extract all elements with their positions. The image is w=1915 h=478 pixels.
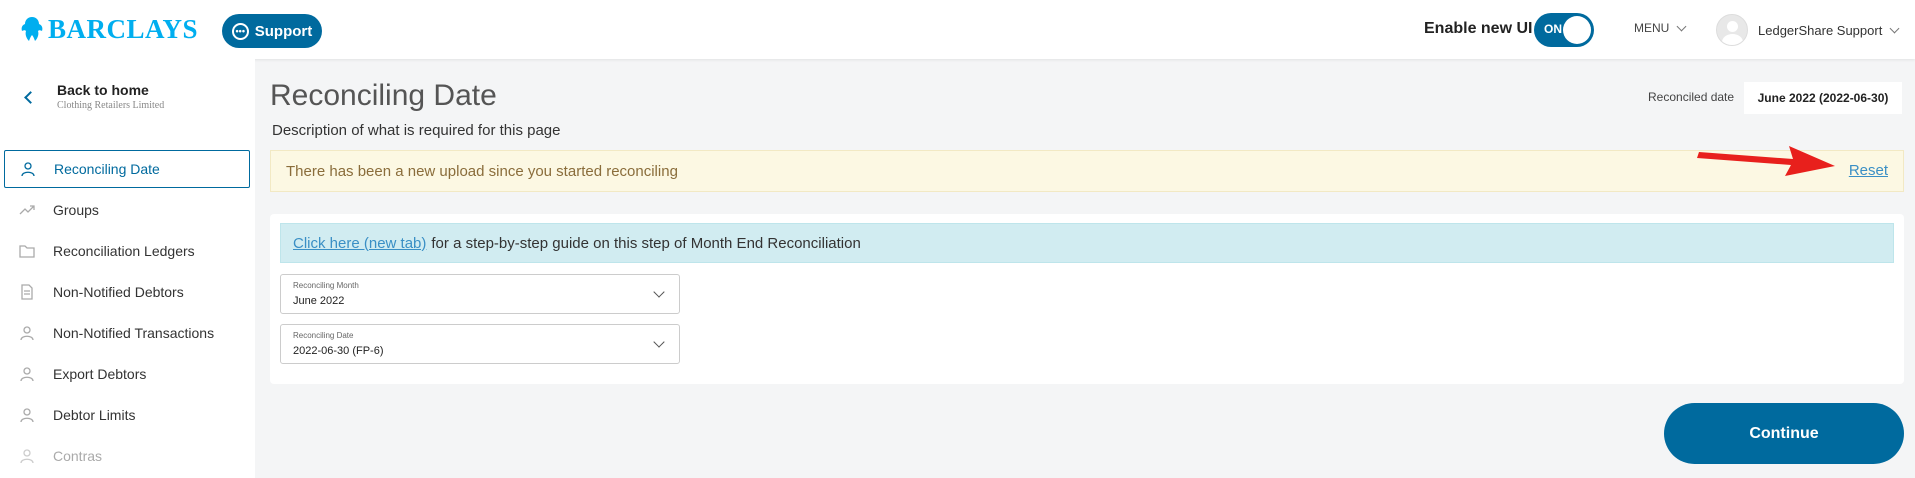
person-icon	[20, 408, 34, 423]
back-title: Back to home	[57, 82, 149, 98]
chat-icon: •••	[231, 22, 249, 40]
document-icon	[21, 284, 33, 300]
guide-info-banner: Click here (new tab) for a step-by-step …	[280, 223, 1894, 263]
enable-new-ui-label: Enable new UI	[1424, 20, 1533, 37]
chevron-down-icon	[1889, 23, 1900, 33]
eagle-icon	[21, 17, 43, 41]
sidebar-item-reconciliation-ledgers[interactable]: Reconciliation Ledgers	[4, 232, 250, 270]
top-header: BARCLAYS ••• Support Enable new UI ON ME…	[0, 0, 1915, 59]
sidebar-item-groups[interactable]: Groups	[4, 191, 250, 229]
avatar-icon	[1716, 14, 1748, 46]
barclays-logo[interactable]: BARCLAYS	[20, 12, 198, 46]
sidebar-item-reconciling-date[interactable]: Reconciling Date	[4, 150, 250, 188]
continue-button[interactable]: Continue	[1664, 403, 1904, 464]
person-icon	[20, 449, 34, 464]
chevron-down-icon	[1676, 21, 1687, 31]
new-upload-alert: There has been a new upload since you st…	[270, 150, 1904, 192]
folder-icon	[19, 245, 35, 258]
chevron-left-icon	[24, 91, 37, 104]
user-name: LedgerShare Support	[1758, 22, 1883, 38]
guide-link[interactable]: Click here (new tab)	[293, 235, 426, 252]
toggle-state: ON	[1544, 22, 1562, 36]
sidebar-item-label: Non-Notified Transactions	[53, 325, 215, 341]
sidebar-item-label: Groups	[53, 202, 99, 218]
sidebar-item-contras[interactable]: Contras	[4, 437, 250, 475]
person-icon	[20, 326, 34, 341]
menu-label: MENU	[1634, 21, 1670, 35]
sidebar-item-label: Reconciliation Ledgers	[53, 243, 195, 259]
guide-text: for a step-by-step guide on this step of…	[431, 234, 861, 252]
reconciling-date-select[interactable]: Reconciling Date 2022-06-30 (FP-6)	[280, 324, 680, 364]
new-ui-toggle[interactable]: ON	[1534, 13, 1594, 47]
back-to-home-link[interactable]: Back to home Clothing Retailers Limited	[20, 82, 164, 111]
reconciled-date-label: Reconciled date	[1648, 90, 1735, 104]
reconciling-month-select[interactable]: Reconciling Month June 2022	[280, 274, 680, 314]
support-label: Support	[254, 22, 313, 40]
sidebar-item-non-notified-transactions[interactable]: Non-Notified Transactions	[4, 314, 250, 352]
person-icon	[20, 367, 34, 382]
trend-icon	[19, 205, 35, 215]
sidebar-item-label: Export Debtors	[53, 366, 147, 382]
sidebar: Back to home Clothing Retailers Limited …	[0, 59, 255, 478]
sidebar-item-label: Debtor Limits	[53, 407, 136, 423]
page-description: Description of what is required for this…	[272, 122, 561, 139]
sidebar-item-debtor-limits[interactable]: Debtor Limits	[4, 396, 250, 434]
sidebar-item-label: Reconciling Date	[54, 161, 160, 177]
company-name: Clothing Retailers Limited	[57, 100, 165, 111]
person-icon	[21, 162, 35, 177]
reconciled-date-value: June 2022 (2022-06-30)	[1744, 82, 1902, 114]
reset-link[interactable]: Reset	[1849, 162, 1888, 179]
user-menu[interactable]: LedgerShare Support	[1716, 14, 1900, 46]
select-label: Reconciling Date	[293, 331, 354, 340]
support-button[interactable]: ••• Support	[222, 14, 322, 48]
select-value: June 2022	[293, 295, 345, 307]
sidebar-item-label: Contras	[53, 448, 103, 464]
page-title: Reconciling Date	[270, 79, 497, 112]
alert-text: There has been a new upload since you st…	[286, 162, 678, 180]
chevron-down-icon	[653, 336, 665, 348]
menu-dropdown[interactable]: MENU	[1634, 21, 1687, 35]
annotation-arrow-icon	[1697, 146, 1835, 176]
sidebar-item-label: Non-Notified Debtors	[53, 284, 184, 300]
toggle-knob	[1563, 16, 1591, 44]
select-value: 2022-06-30 (FP-6)	[293, 345, 384, 357]
sidebar-item-export-debtors[interactable]: Export Debtors	[4, 355, 250, 393]
sidebar-item-non-notified-debtors[interactable]: Non-Notified Debtors	[4, 273, 250, 311]
reconciling-form-card: Click here (new tab) for a step-by-step …	[270, 214, 1904, 384]
select-label: Reconciling Month	[293, 281, 359, 290]
chevron-down-icon	[653, 286, 665, 298]
brand-name: BARCLAYS	[48, 13, 199, 44]
